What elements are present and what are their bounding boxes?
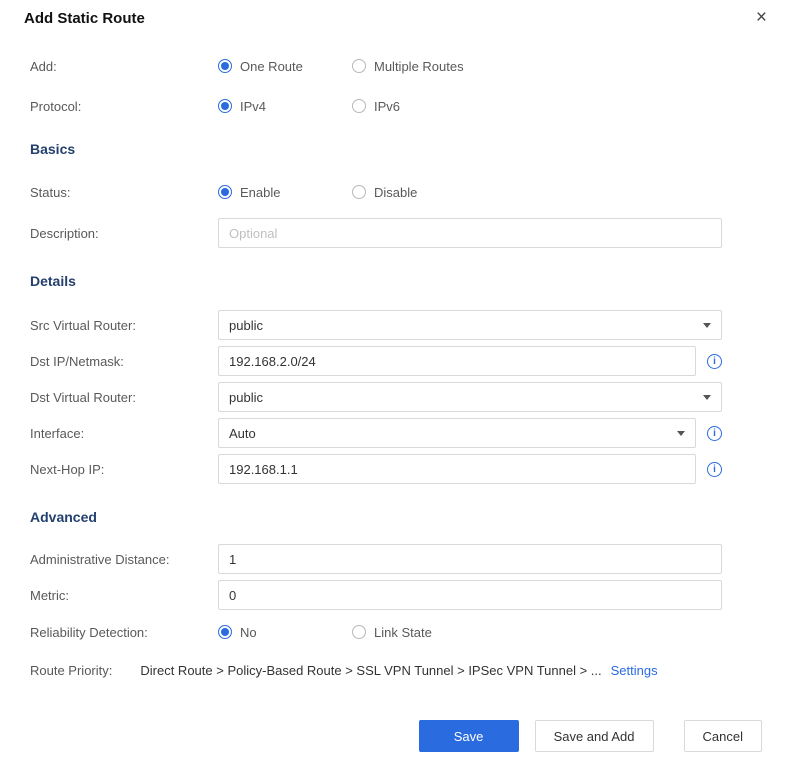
row-route-priority: Route Priority: Direct Route > Policy-Ba… bbox=[30, 660, 787, 680]
dst-ip-netmask-label: Dst IP/Netmask: bbox=[30, 353, 124, 369]
radio-option-link-state[interactable]: Link State bbox=[352, 625, 432, 640]
description-label: Description: bbox=[30, 225, 99, 241]
interface-label: Interface: bbox=[30, 425, 85, 441]
section-heading-advanced: Advanced bbox=[30, 509, 97, 525]
section-heading-details: Details bbox=[30, 273, 76, 289]
row-reliability-detection: Reliability Detection: No Link State bbox=[30, 622, 787, 642]
dialog-footer: Save Save and Add Cancel bbox=[30, 720, 787, 752]
route-priority-text: Direct Route > Policy-Based Route > SSL … bbox=[140, 662, 602, 678]
next-hop-ip-input[interactable] bbox=[218, 454, 696, 484]
chevron-down-icon bbox=[703, 323, 711, 328]
administrative-distance-label: Administrative Distance: bbox=[30, 551, 170, 567]
radio-option-one-route[interactable]: One Route bbox=[218, 59, 352, 74]
radio-unselected-icon bbox=[352, 59, 366, 73]
row-add: Add: One Route Multiple Routes bbox=[30, 56, 787, 76]
dst-ip-netmask-input[interactable] bbox=[218, 346, 696, 376]
chevron-down-icon bbox=[703, 395, 711, 400]
add-radio-group: One Route Multiple Routes bbox=[218, 59, 464, 74]
add-static-route-dialog: Add Static Route × Add: One Route Multip… bbox=[0, 0, 787, 770]
row-dst-virtual-router: Dst Virtual Router: public bbox=[30, 382, 787, 412]
cancel-button[interactable]: Cancel bbox=[683, 720, 762, 752]
row-dst-ip-netmask: Dst IP/Netmask: i bbox=[30, 346, 787, 376]
link-state-label: Link State bbox=[374, 624, 432, 640]
protocol-label: Protocol: bbox=[30, 98, 82, 114]
description-input[interactable] bbox=[218, 218, 722, 248]
row-next-hop-ip: Next-Hop IP: i bbox=[30, 454, 787, 484]
radio-unselected-icon bbox=[352, 99, 366, 113]
radio-selected-icon bbox=[218, 625, 232, 639]
protocol-radio-group: IPv4 IPv6 bbox=[218, 99, 400, 114]
row-status: Status: Enable Disable bbox=[30, 182, 787, 202]
dialog-title: Add Static Route bbox=[24, 10, 145, 27]
radio-option-multiple-routes[interactable]: Multiple Routes bbox=[352, 59, 464, 74]
section-heading-basics: Basics bbox=[30, 141, 76, 157]
settings-link[interactable]: Settings bbox=[611, 663, 658, 678]
disable-label: Disable bbox=[374, 184, 418, 200]
radio-option-ipv6[interactable]: IPv6 bbox=[352, 99, 400, 114]
reliability-radio-group: No Link State bbox=[218, 625, 432, 640]
dialog-header: Add Static Route × bbox=[0, 0, 787, 30]
radio-option-no[interactable]: No bbox=[218, 625, 352, 640]
radio-option-ipv4[interactable]: IPv4 bbox=[218, 99, 352, 114]
close-icon[interactable]: × bbox=[754, 8, 769, 27]
enable-label: Enable bbox=[240, 184, 281, 200]
reliability-detection-label: Reliability Detection: bbox=[30, 624, 148, 640]
multiple-routes-label: Multiple Routes bbox=[374, 58, 464, 74]
dst-virtual-router-select[interactable]: public bbox=[218, 382, 722, 412]
add-label: Add: bbox=[30, 58, 57, 74]
save-button[interactable]: Save bbox=[418, 720, 519, 752]
administrative-distance-input[interactable] bbox=[218, 544, 722, 574]
no-label: No bbox=[240, 624, 257, 640]
info-icon[interactable]: i bbox=[707, 425, 722, 441]
status-radio-group: Enable Disable bbox=[218, 185, 417, 200]
src-virtual-router-value: public bbox=[229, 317, 263, 333]
next-hop-ip-label: Next-Hop IP: bbox=[30, 461, 105, 477]
row-administrative-distance: Administrative Distance: bbox=[30, 544, 787, 574]
radio-option-enable[interactable]: Enable bbox=[218, 185, 352, 200]
route-priority-label: Route Priority: bbox=[30, 662, 113, 678]
chevron-down-icon bbox=[677, 431, 685, 436]
row-metric: Metric: bbox=[30, 580, 787, 610]
dst-virtual-router-label: Dst Virtual Router: bbox=[30, 389, 136, 405]
radio-selected-icon bbox=[218, 99, 232, 113]
src-virtual-router-label: Src Virtual Router: bbox=[30, 317, 136, 333]
dst-virtual-router-value: public bbox=[229, 389, 263, 405]
ipv6-label: IPv6 bbox=[374, 98, 401, 114]
metric-label: Metric: bbox=[30, 587, 69, 603]
radio-unselected-icon bbox=[352, 185, 366, 199]
metric-input[interactable] bbox=[218, 580, 722, 610]
interface-select[interactable]: Auto bbox=[218, 418, 696, 448]
src-virtual-router-select[interactable]: public bbox=[218, 310, 722, 340]
radio-option-disable[interactable]: Disable bbox=[352, 185, 417, 200]
row-protocol: Protocol: IPv4 IPv6 bbox=[30, 96, 787, 116]
ipv4-label: IPv4 bbox=[240, 98, 267, 114]
radio-selected-icon bbox=[218, 185, 232, 199]
one-route-label: One Route bbox=[240, 58, 303, 74]
interface-value: Auto bbox=[229, 425, 256, 441]
save-and-add-button[interactable]: Save and Add bbox=[534, 720, 654, 752]
radio-selected-icon bbox=[218, 59, 232, 73]
radio-unselected-icon bbox=[352, 625, 366, 639]
row-interface: Interface: Auto i bbox=[30, 418, 787, 448]
info-icon[interactable]: i bbox=[707, 353, 722, 369]
row-description: Description: bbox=[30, 218, 787, 248]
status-label: Status: bbox=[30, 184, 71, 200]
row-src-virtual-router: Src Virtual Router: public bbox=[30, 310, 787, 340]
static-route-form: Add: One Route Multiple Routes Protocol:… bbox=[0, 30, 787, 752]
info-icon[interactable]: i bbox=[707, 461, 722, 477]
